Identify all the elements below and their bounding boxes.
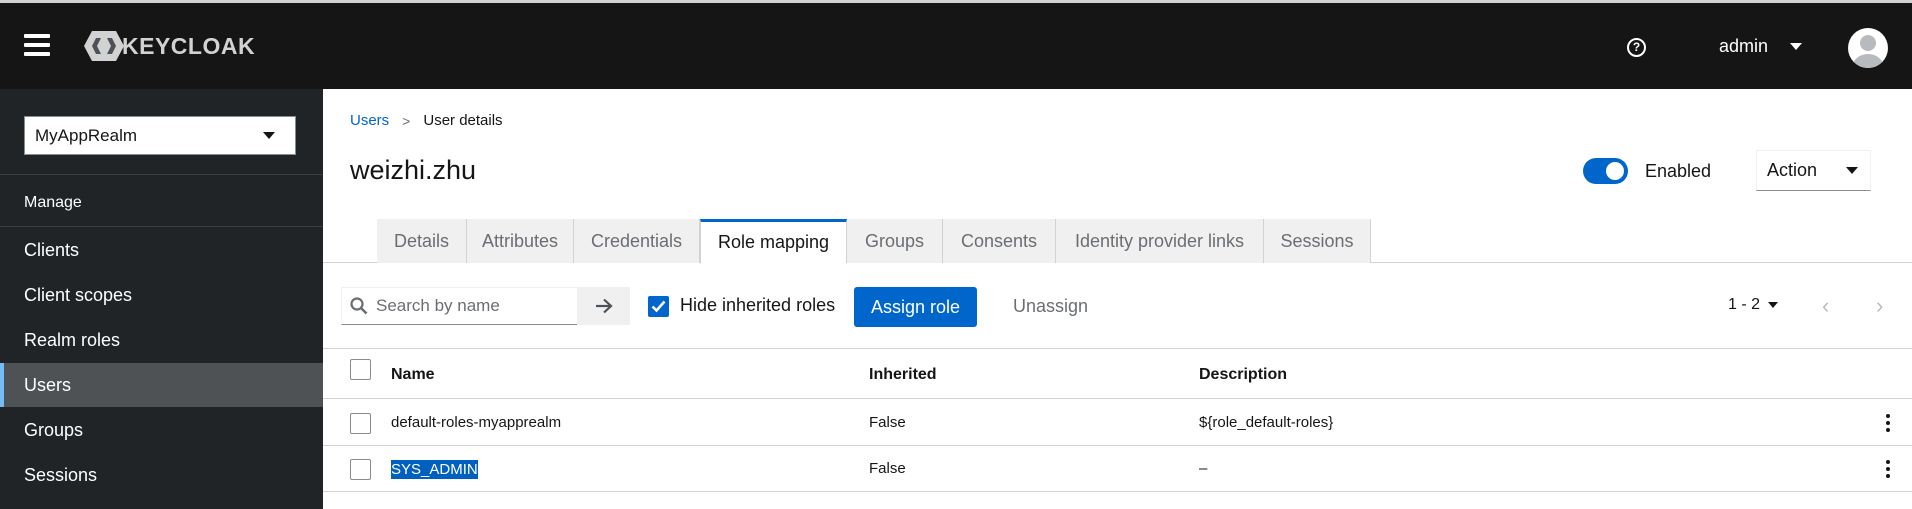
search-input[interactable] [376,296,566,316]
user-dropdown[interactable]: admin [1719,36,1803,57]
sidebar-item-groups[interactable]: Groups [0,408,323,452]
enabled-label: Enabled [1645,161,1712,181]
sidebar-item-realm-roles[interactable]: Realm roles [0,318,323,362]
table-row: default-roles-myapprealm False ${role_de… [323,400,1912,446]
tab-role-mapping[interactable]: Role mapping [700,219,847,264]
chevron-right-icon: > [402,112,411,129]
sidebar: MyAppRealm Manage Clients Client scopes … [0,89,323,509]
arrow-right-icon [595,298,613,314]
role-inherited: False [869,460,906,477]
avatar[interactable] [1848,28,1888,68]
search-submit-button[interactable] [577,287,630,325]
main-content: Users > User details weizhi.zhu Enabled … [323,89,1912,509]
divider [0,226,323,227]
hide-inherited-checkbox[interactable] [648,296,669,317]
user-avatar-icon [1853,35,1883,68]
row-checkbox[interactable] [350,459,371,480]
search-box [341,287,577,325]
tab-sessions[interactable]: Sessions [1264,219,1371,263]
user-name: admin [1719,36,1769,56]
role-name: SYS_ADMIN [391,460,478,479]
caret-down-icon [263,132,275,139]
hamburger-menu-icon[interactable] [24,34,50,56]
sidebar-item-clients[interactable]: Clients [0,228,323,272]
caret-down-icon [1846,167,1858,174]
page-title: weizhi.zhu [350,155,477,185]
table-row: SYS_ADMIN False – [323,446,1912,492]
action-label: Action [1767,160,1818,180]
pagination-dropdown[interactable]: 1 - 2 [1728,296,1779,314]
toolbar: Hide inherited roles Assign role Unassig… [323,263,1912,349]
kebab-menu-icon[interactable] [1884,459,1892,479]
role-name: default-roles-myapprealm [391,414,562,431]
search-icon [350,297,368,315]
column-header-description[interactable]: Description [1199,366,1287,384]
role-inherited: False [869,414,906,431]
role-description: – [1199,460,1208,477]
table-header: Name Inherited Description [323,349,1912,399]
column-header-name[interactable]: Name [391,366,435,384]
kebab-menu-icon[interactable] [1884,413,1892,433]
tab-details[interactable]: Details [377,219,467,263]
next-page-icon[interactable]: › [1876,293,1883,319]
logo-text: KEYCLOAK [122,32,256,59]
select-all-checkbox[interactable] [350,359,371,380]
tab-attributes[interactable]: Attributes [467,219,574,263]
unassign-button[interactable]: Unassign [1013,296,1088,317]
caret-down-icon [1790,43,1803,50]
tab-bar: Details Attributes Credentials Role mapp… [323,219,1912,264]
breadcrumb: Users > User details [350,112,503,129]
divider [0,174,323,175]
help-icon[interactable]: ? [1627,38,1646,57]
tab-credentials[interactable]: Credentials [574,219,700,263]
assign-role-button[interactable]: Assign role [854,287,977,327]
checkmark-icon [651,300,666,313]
keycloak-logo[interactable]: KEYCLOAK [82,29,255,63]
tab-consents[interactable]: Consents [943,219,1056,263]
sidebar-item-users[interactable]: Users [0,363,323,407]
enabled-toggle[interactable] [1583,158,1628,184]
column-header-inherited[interactable]: Inherited [869,366,937,384]
breadcrumb-users-link[interactable]: Users [350,112,389,129]
breadcrumb-current: User details [423,112,503,129]
keycloak-logo-icon [84,31,124,61]
pagination-range: 1 - 2 [1728,296,1761,313]
section-label-manage: Manage [24,194,82,211]
caret-down-icon [1768,302,1779,308]
role-description: ${role_default-roles} [1199,414,1334,431]
previous-page-icon[interactable]: ‹ [1822,293,1829,319]
realm-name: MyAppRealm [35,125,138,145]
tab-identity-provider-links[interactable]: Identity provider links [1056,219,1264,263]
tab-groups[interactable]: Groups [847,219,943,263]
action-dropdown[interactable]: Action [1756,150,1871,191]
sidebar-item-sessions[interactable]: Sessions [0,453,323,497]
row-checkbox[interactable] [350,413,371,434]
sidebar-item-client-scopes[interactable]: Client scopes [0,273,323,317]
masthead: KEYCLOAK ? admin [0,0,1912,89]
hide-inherited-label: Hide inherited roles [680,295,836,315]
realm-selector[interactable]: MyAppRealm [24,116,296,155]
